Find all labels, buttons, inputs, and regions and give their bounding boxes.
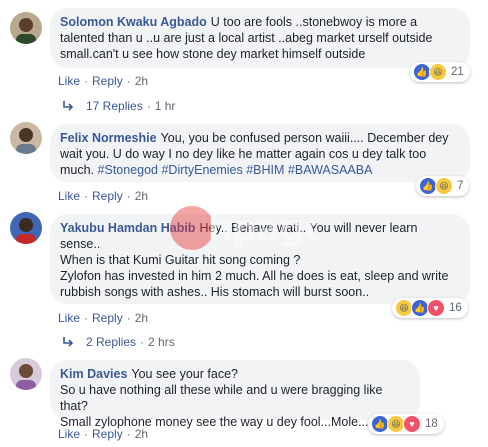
reaction-count: 18 [425, 418, 438, 430]
comment-text-line: You see your face? [131, 367, 238, 381]
comment-time[interactable]: 2h [135, 427, 148, 441]
haha-reaction-icon: 😆 [429, 63, 447, 81]
reaction-count: 16 [449, 302, 462, 314]
reply-link[interactable]: Reply [92, 74, 123, 88]
reaction-summary[interactable]: 👍 😆 7 [416, 176, 470, 196]
comment-actions: Like · Reply · 2h [58, 74, 148, 88]
comment-bubble: Felix Normeshie You, you be confused pers… [50, 124, 470, 182]
comment-text-line: Zylofon has invested in him 2 much. All … [60, 269, 449, 299]
comment-actions: Like · Reply · 2h [58, 189, 148, 203]
reaction-summary[interactable]: 👍 😆 21 [410, 62, 470, 82]
reply-link[interactable]: Reply [92, 189, 123, 203]
view-replies-link[interactable]: 2 Replies · 2 hrs [62, 335, 175, 349]
separator-dot: · [84, 189, 89, 203]
separator-dot: · [126, 427, 131, 441]
comment-text-line: So u have nothing all these while and u … [60, 383, 383, 413]
comment-author[interactable]: Kim Davies [60, 367, 127, 381]
replies-time: 2 hrs [148, 335, 175, 349]
separator-dot: · [140, 335, 145, 349]
separator-dot: · [126, 74, 131, 88]
comment-time[interactable]: 2h [135, 74, 148, 88]
comment-author[interactable]: Felix Normeshie [60, 131, 157, 145]
replies-time: 1 hr [154, 99, 176, 113]
comment-time[interactable]: 2h [135, 311, 148, 325]
comment-bubble: Kim Davies You see your face? So u have n… [50, 360, 420, 429]
reaction-count: 7 [457, 180, 464, 192]
reply-link[interactable]: Reply [92, 427, 123, 441]
avatar[interactable] [10, 12, 42, 44]
avatar[interactable] [10, 212, 42, 244]
like-link[interactable]: Like [58, 427, 80, 441]
separator-dot: · [84, 74, 89, 88]
separator-dot: · [126, 311, 131, 325]
separator-dot: · [84, 427, 89, 441]
love-reaction-icon: ♥ [427, 299, 445, 317]
comment-actions: Like · Reply · 2h [58, 427, 148, 441]
like-link[interactable]: Like [58, 74, 80, 88]
comment-text-line: When is that Kumi Guitar hit song coming… [60, 253, 301, 267]
reply-arrow-icon [63, 337, 74, 347]
separator-dot: · [84, 311, 89, 325]
view-replies-link[interactable]: 17 Replies · 1 hr [62, 99, 175, 113]
replies-count[interactable]: 2 Replies [86, 335, 136, 349]
avatar[interactable] [10, 358, 42, 390]
like-link[interactable]: Like [58, 189, 80, 203]
hashtags[interactable]: #Stonegod #DirtyEnemies #BHIM #BAWASAABA [98, 163, 373, 177]
love-reaction-icon: ♥ [403, 415, 421, 433]
reply-arrow-icon [63, 101, 74, 111]
separator-dot: · [126, 189, 131, 203]
reaction-count: 21 [451, 66, 464, 78]
reaction-summary[interactable]: 👍 😆 ♥ 18 [368, 414, 444, 434]
comment-author[interactable]: Solomon Kwaku Agbado [60, 15, 207, 29]
reaction-summary[interactable]: 😆 👍 ♥ 16 [392, 298, 468, 318]
comment-bubble: Solomon Kwaku Agbado U too are fools ..st… [50, 8, 470, 68]
like-link[interactable]: Like [58, 311, 80, 325]
haha-reaction-icon: 😆 [435, 177, 453, 195]
separator-dot: · [146, 99, 151, 113]
comment-author[interactable]: Yakubu Hamdan Habib [60, 221, 195, 235]
avatar[interactable] [10, 122, 42, 154]
comment-time[interactable]: 2h [135, 189, 148, 203]
comment-bubble: Yakubu Hamdan Habib Hey.. Behave wati.. Y… [50, 214, 470, 304]
replies-count[interactable]: 17 Replies [86, 99, 143, 113]
reply-link[interactable]: Reply [92, 311, 123, 325]
comment-actions: Like · Reply · 2h [58, 311, 148, 325]
